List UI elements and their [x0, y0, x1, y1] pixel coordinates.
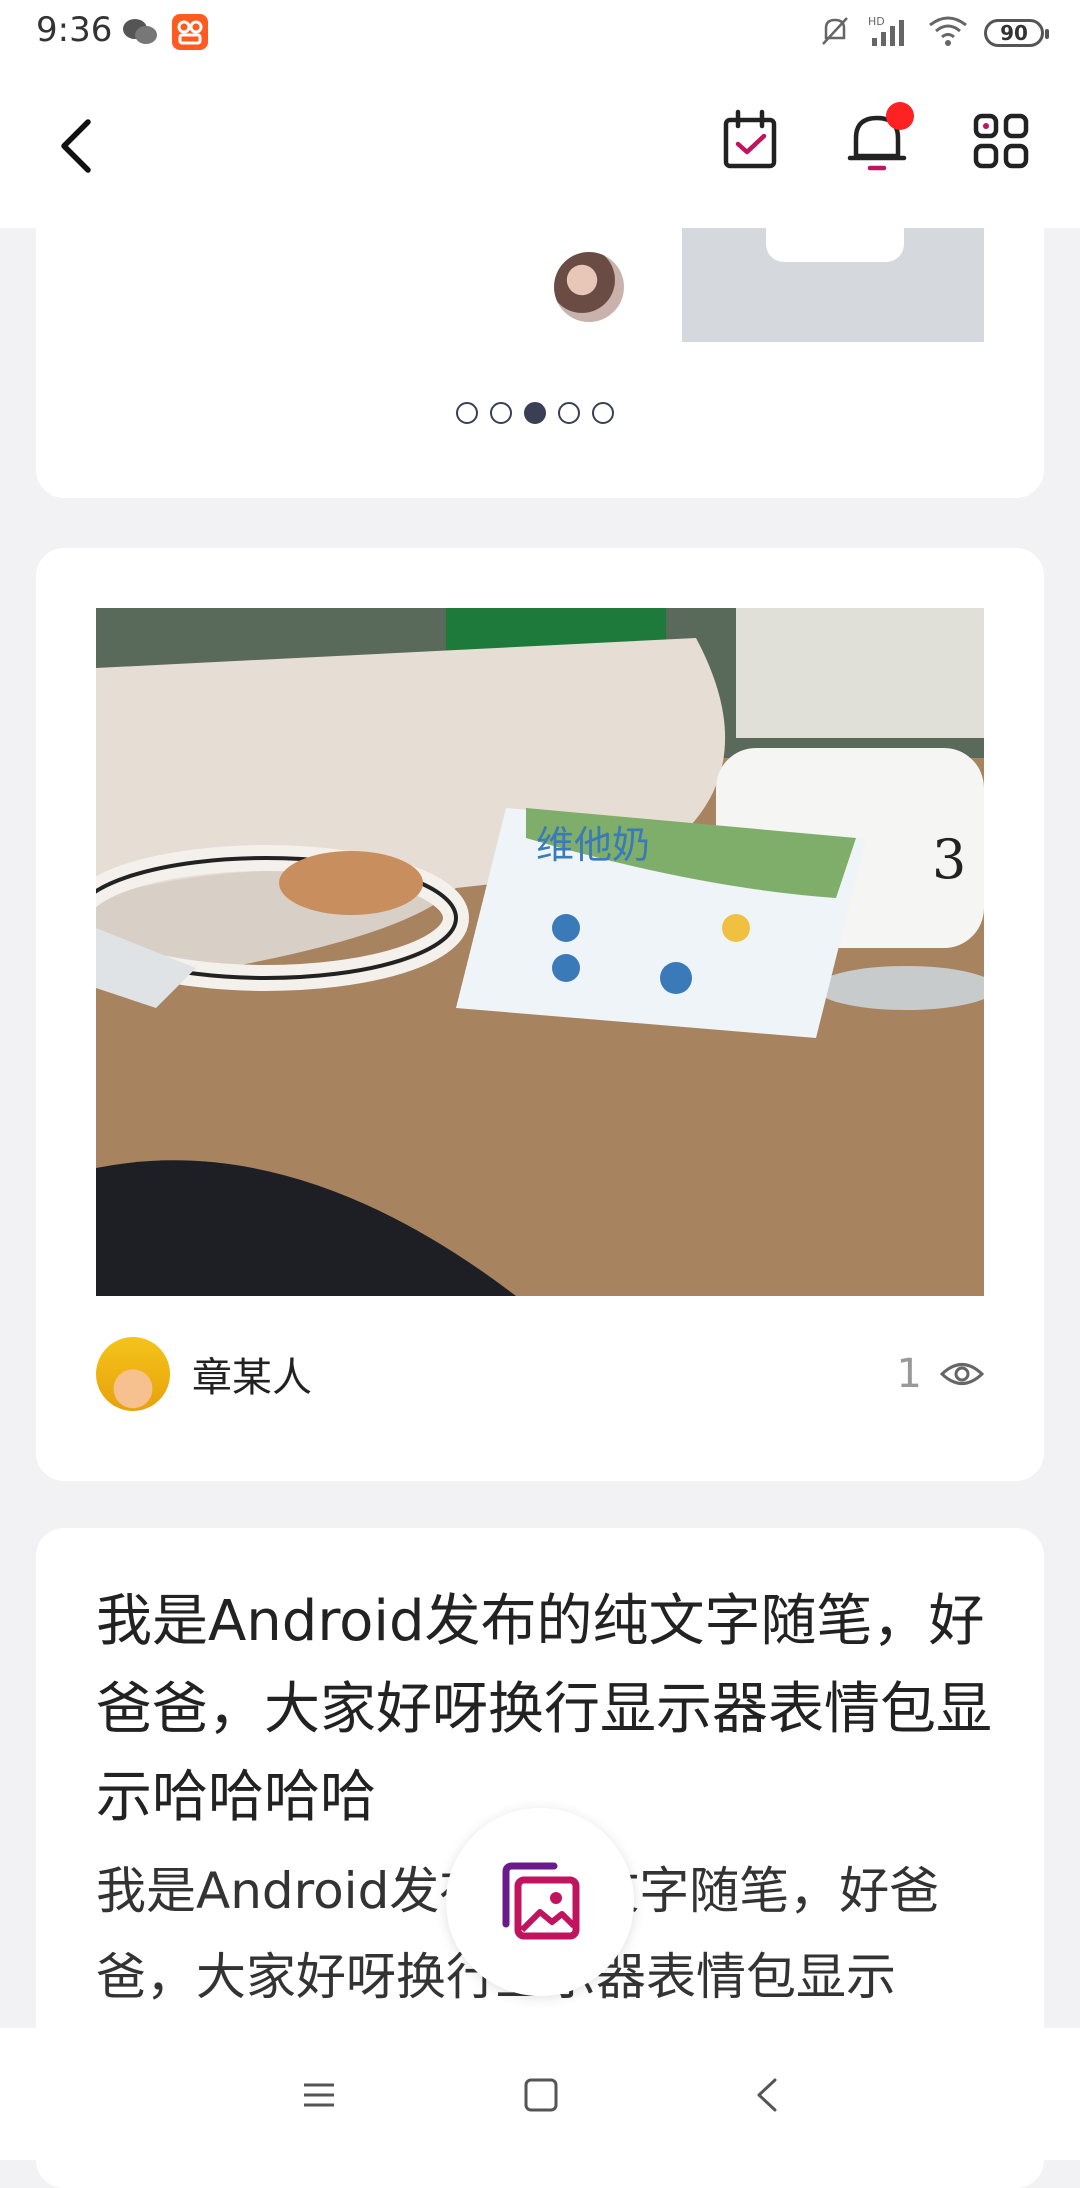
photo-post-card[interactable]: 3 维他奶 章某人 1: [36, 548, 1044, 1481]
author-row: 章某人 1: [96, 1334, 984, 1414]
notification-badge: [886, 102, 914, 130]
carousel-dot: [592, 402, 614, 424]
carousel-dot-active: [524, 402, 546, 424]
post-title[interactable]: 我是Android发布的纯文字随笔，好爸爸，大家好呀换行显示器表情包显示哈哈哈哈: [96, 1578, 996, 1842]
status-left-icons: [122, 14, 208, 54]
home-button[interactable]: [518, 2072, 564, 2118]
carousel-card[interactable]: [36, 228, 1044, 498]
back-icon: [61, 119, 91, 173]
avatar: [554, 252, 624, 322]
status-time: 9:36: [36, 10, 113, 50]
status-right-icons: HD 90: [818, 14, 1049, 52]
menu-button[interactable]: [296, 2072, 342, 2118]
author-name[interactable]: 章某人: [192, 1345, 312, 1403]
publish-fab[interactable]: [446, 1808, 634, 1996]
mute-icon: [818, 14, 852, 52]
app-bar: [0, 66, 1080, 228]
wifi-icon: [928, 15, 968, 51]
system-nav-bar: [0, 2028, 1080, 2160]
checkin-calendar-icon: [723, 109, 777, 169]
svg-text:HD: HD: [868, 15, 885, 28]
app-badge-icon: [172, 14, 208, 54]
battery-icon: 90: [984, 19, 1049, 47]
post-photo-image: 3 维他奶: [96, 608, 984, 1296]
gallery-publish-icon: [502, 1862, 580, 1940]
status-bar: 9:36 HD 90: [0, 0, 1080, 66]
apps-grid-icon: [973, 113, 1029, 169]
back-button[interactable]: [50, 114, 110, 178]
view-count: 1: [897, 1351, 984, 1397]
nav-back-button[interactable]: [745, 2072, 791, 2118]
carousel-tab: [766, 228, 904, 262]
post-photo[interactable]: 3 维他奶: [96, 608, 984, 1296]
view-count-number: 1: [896, 1351, 922, 1397]
home-icon: [524, 2078, 558, 2112]
notification-button[interactable]: [842, 102, 914, 176]
eye-icon: [940, 1363, 984, 1385]
apps-button[interactable]: [966, 106, 1036, 176]
checkin-button[interactable]: [716, 106, 786, 176]
back-icon: [757, 2078, 777, 2112]
svg-text:3: 3: [932, 828, 966, 891]
carousel-dot: [490, 402, 512, 424]
hd-signal-icon: HD: [868, 14, 912, 52]
carousel-indicator: [456, 402, 614, 424]
menu-icon: [304, 2083, 334, 2107]
wechat-icon: [122, 17, 158, 51]
svg-text:维他奶: 维他奶: [536, 823, 650, 867]
carousel-dot: [456, 402, 478, 424]
carousel-dot: [558, 402, 580, 424]
author-avatar[interactable]: [96, 1337, 170, 1411]
